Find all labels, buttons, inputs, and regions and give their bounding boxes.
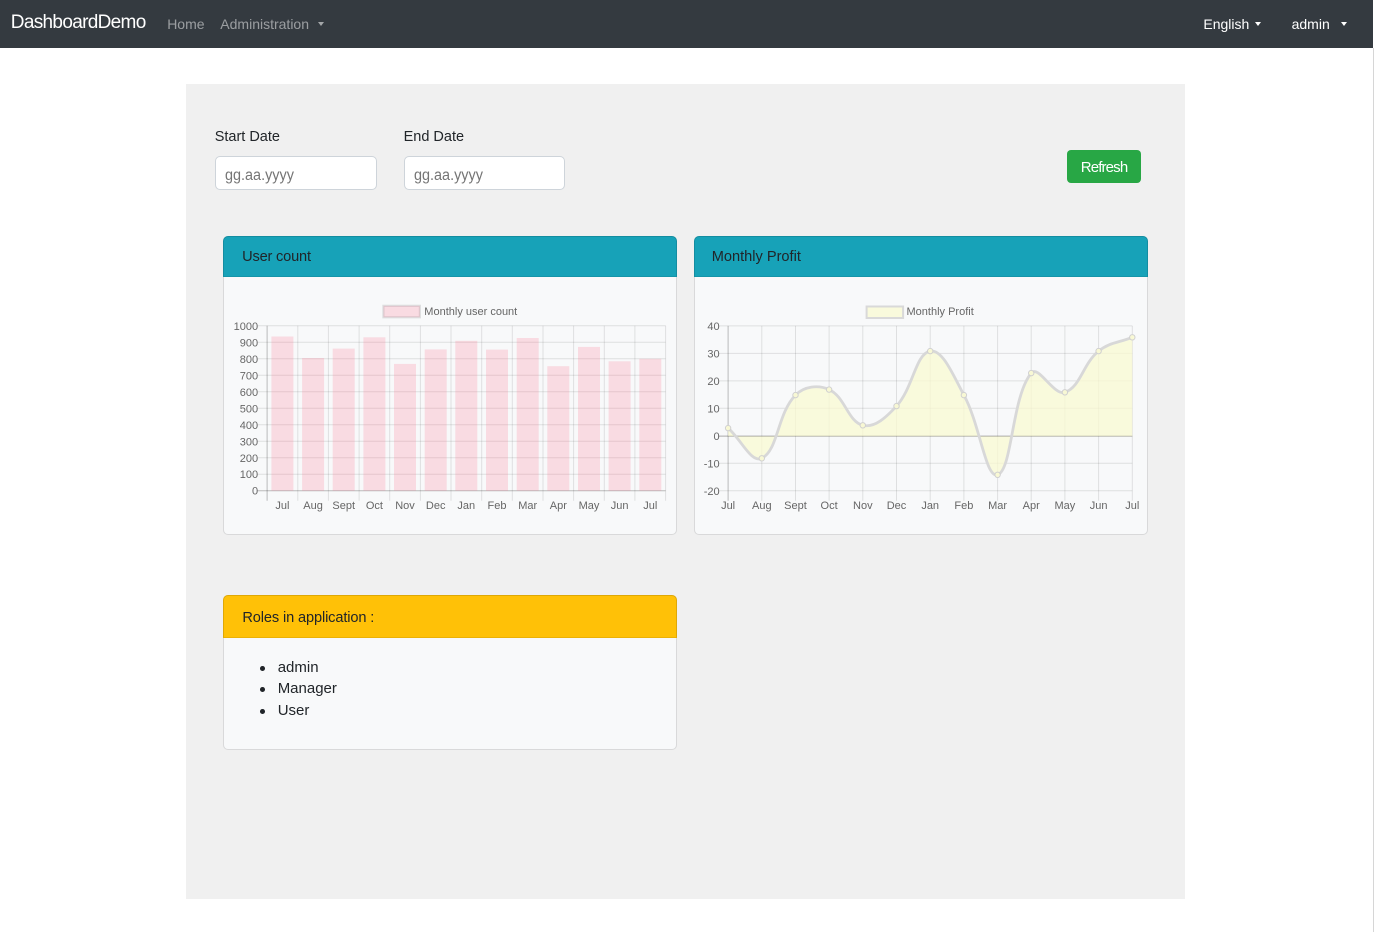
svg-text:Mar: Mar [988,500,1007,512]
svg-text:-10: -10 [704,458,720,470]
svg-text:May: May [1055,500,1076,512]
svg-text:Oct: Oct [821,500,838,512]
svg-text:-20: -20 [704,485,720,497]
svg-text:Jun: Jun [1090,500,1108,512]
svg-text:Dec: Dec [426,500,446,512]
svg-text:Jan: Jan [457,500,475,512]
svg-text:400: 400 [239,419,257,431]
svg-text:800: 800 [239,353,257,365]
svg-text:Nov: Nov [395,500,415,512]
svg-text:Mar: Mar [518,500,537,512]
svg-text:Jun: Jun [610,500,628,512]
svg-text:900: 900 [239,337,257,349]
svg-text:10: 10 [708,403,720,415]
svg-text:Aug: Aug [303,500,323,512]
svg-text:300: 300 [239,436,257,448]
svg-text:Sept: Sept [784,500,807,512]
svg-text:0: 0 [252,485,258,497]
svg-text:1000: 1000 [233,320,257,332]
svg-text:700: 700 [239,370,257,382]
svg-text:Jul: Jul [721,500,735,512]
svg-text:100: 100 [239,469,257,481]
svg-text:Dec: Dec [887,500,907,512]
svg-text:30: 30 [708,348,720,360]
svg-text:Jul: Jul [643,500,657,512]
svg-text:Monthly user count: Monthly user count [424,306,517,318]
svg-text:0: 0 [714,430,720,442]
svg-text:40: 40 [708,320,720,332]
svg-text:200: 200 [239,452,257,464]
svg-text:Aug: Aug [752,500,772,512]
svg-text:Jul: Jul [1126,500,1140,512]
svg-text:500: 500 [239,403,257,415]
svg-text:600: 600 [239,386,257,398]
svg-text:Sept: Sept [332,500,355,512]
svg-text:May: May [578,500,599,512]
svg-text:Apr: Apr [1023,500,1040,512]
svg-text:Oct: Oct [366,500,383,512]
svg-text:Apr: Apr [549,500,566,512]
svg-text:Feb: Feb [955,500,974,512]
svg-text:Feb: Feb [487,500,506,512]
svg-text:Nov: Nov [853,500,873,512]
svg-text:Jan: Jan [922,500,940,512]
svg-text:Jul: Jul [275,500,289,512]
svg-text:Monthly Profit: Monthly Profit [907,306,974,318]
svg-text:20: 20 [708,375,720,387]
